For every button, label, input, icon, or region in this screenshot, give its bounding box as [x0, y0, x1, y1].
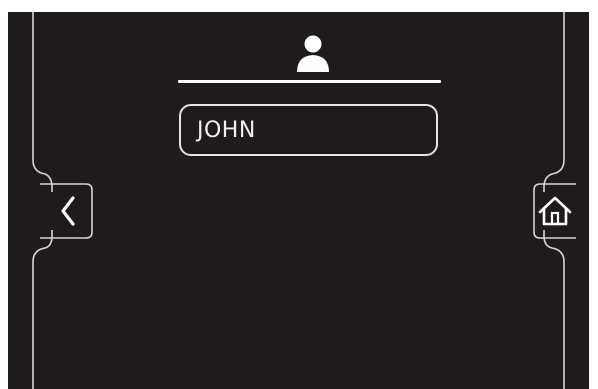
header-divider [178, 80, 441, 83]
left-rail-line-lower [32, 230, 53, 389]
name-value: JOHN [197, 118, 256, 143]
right-rail-line-lower [543, 230, 565, 389]
right-rail-line [543, 12, 565, 192]
home-button[interactable] [528, 182, 578, 240]
device-screen: JOHN [8, 12, 589, 389]
user-icon [297, 35, 329, 72]
name-field[interactable]: JOHN [179, 104, 438, 156]
home-icon [533, 183, 576, 239]
back-button[interactable] [38, 182, 98, 240]
chevron-left-icon [40, 183, 93, 239]
left-rail-line [32, 12, 53, 192]
